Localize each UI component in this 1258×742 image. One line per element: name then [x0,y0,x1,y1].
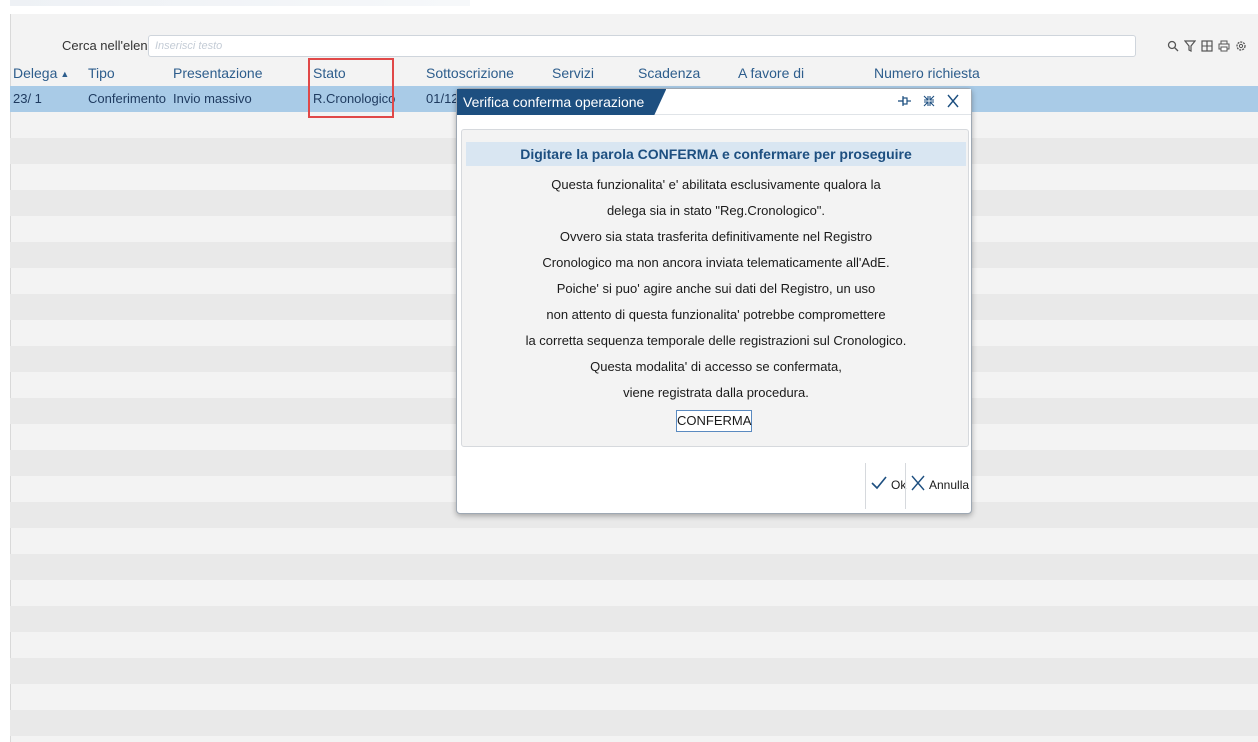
search-input[interactable] [148,35,1136,57]
column-header-tipo[interactable]: Tipo [88,62,115,84]
column-header-delega[interactable]: Delega ▲ [13,62,69,84]
message-line: viene registrata dalla procedura. [623,385,809,400]
table-row-empty [10,710,1258,736]
ok-button[interactable]: Ok [871,473,906,497]
cancel-label: Annulla [929,478,970,492]
cancel-x-icon [911,475,925,496]
search-icon[interactable] [1166,38,1180,54]
column-header-numero-richiesta[interactable]: Numero richiesta [874,62,980,84]
message-line: non attento di questa funzionalita' potr… [546,307,886,322]
footer-divider [905,463,906,509]
footer-divider [865,463,866,509]
column-header-a-favore-di[interactable]: A favore di [738,62,804,84]
confirm-dialog: Verifica conferma operazione Digitare la… [456,88,972,514]
check-icon [871,475,887,495]
dialog-footer: Ok Annulla [457,451,971,513]
table-row-empty [10,554,1258,580]
confirm-text-field[interactable]: CONFERMA [676,410,752,432]
search-bar: Cerca nell'elenco [10,34,1136,60]
stato-column-highlight [308,58,394,118]
dialog-body: Digitare la parola CONFERMA e confermare… [461,129,969,447]
settings-icon[interactable] [1234,38,1248,54]
message-line: Ovvero sia stata trasferita definitivame… [559,229,873,244]
pin-icon[interactable] [897,93,913,109]
table-row-empty [10,658,1258,684]
message-line: Poiche' si puo' agire anche sui dati del… [556,281,876,296]
close-icon[interactable] [945,93,961,109]
print-icon[interactable] [1217,38,1231,54]
dialog-header: Verifica conferma operazione [457,89,971,115]
column-header-servizi[interactable]: Servizi [552,62,594,84]
message-line: Questa modalita' di accesso se confermat… [590,359,842,374]
column-header-sottoscrizione[interactable]: Sottoscrizione [426,62,514,84]
cancel-button[interactable]: Annulla [911,473,969,497]
list-toolbar [1166,38,1248,54]
faded-breadcrumb [10,0,470,6]
filter-icon[interactable] [1183,38,1197,54]
cell-presentazione: Invio massivo [173,91,252,106]
column-header-scadenza[interactable]: Scadenza [638,62,700,84]
top-strip [0,0,1258,14]
cell-tipo: Conferimento [88,91,167,106]
table-row-empty [10,606,1258,632]
message-line: Questa funzionalita' e' abilitata esclus… [551,177,881,192]
message-line: delega sia in stato "Reg.Cronologico". [606,203,826,218]
message-line: la corretta sequenza temporale delle reg… [525,333,907,348]
dialog-controls [897,93,961,109]
column-header-presentazione[interactable]: Presentazione [173,62,263,84]
dialog-title: Verifica conferma operazione [457,89,666,115]
cell-delega: 23/ 1 [13,91,42,106]
collapse-icon[interactable] [921,93,937,109]
message-line: Cronologico ma non ancora inviata telema… [542,255,890,270]
sort-asc-icon: ▲ [60,69,70,80]
columns-icon[interactable] [1200,38,1214,54]
search-label: Cerca nell'elenco [62,38,162,53]
dialog-heading: Digitare la parola CONFERMA e confermare… [466,142,966,166]
